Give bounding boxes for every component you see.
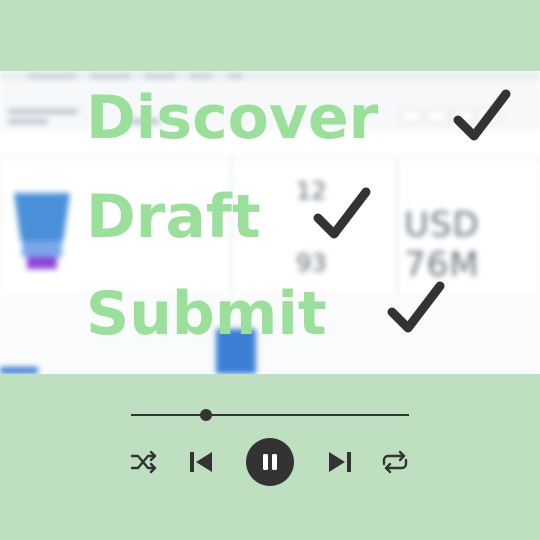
dashboard-tab	[28, 73, 76, 79]
dashboard-filter	[426, 109, 448, 123]
dashboard-bar	[0, 367, 38, 374]
check-icon	[313, 187, 371, 239]
pause-button[interactable]	[246, 438, 294, 486]
funnel-chart-middle	[22, 241, 62, 257]
dashboard-currency-value: USD 76M	[404, 205, 480, 285]
shuffle-icon[interactable]	[130, 450, 158, 474]
dashboard-filter	[400, 109, 422, 123]
previous-icon[interactable]	[188, 450, 214, 474]
check-icon	[387, 281, 445, 333]
progress-knob[interactable]	[200, 409, 213, 421]
dashboard-tab	[90, 73, 130, 79]
dashboard-topbar	[0, 71, 540, 81]
page: 12 93 USD 76M Discover Draft Submit	[0, 0, 540, 540]
progress-track[interactable]	[131, 414, 409, 416]
check-icon	[453, 89, 511, 141]
funnel-chart-bottom	[27, 257, 57, 269]
word-discover: Discover	[86, 83, 379, 153]
dashboard-number-bottom: 93	[296, 249, 327, 277]
dashboard-tab	[145, 73, 175, 79]
dashboard-title-line	[8, 109, 78, 114]
pause-icon	[263, 454, 277, 470]
dashboard-tab	[228, 73, 242, 79]
dashboard-tab	[190, 73, 212, 79]
word-submit: Submit	[86, 279, 327, 349]
next-icon[interactable]	[327, 450, 353, 474]
word-draft: Draft	[86, 182, 261, 252]
funnel-chart-top	[14, 193, 70, 241]
dashboard-title-line	[8, 119, 48, 124]
repeat-icon[interactable]	[380, 450, 410, 474]
